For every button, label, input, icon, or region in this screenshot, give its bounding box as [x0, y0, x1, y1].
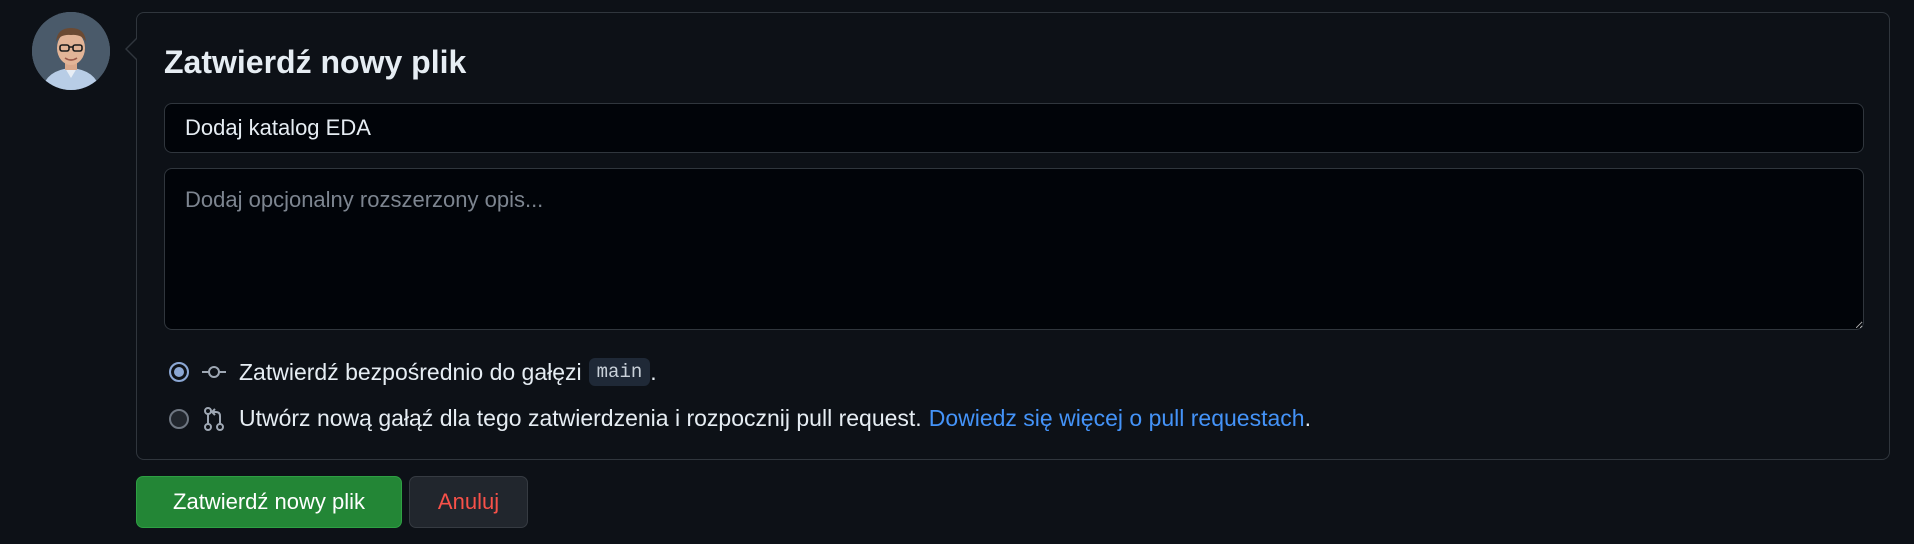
commit-description-textarea[interactable] — [164, 168, 1864, 330]
user-avatar-image — [32, 12, 110, 90]
new-branch-option[interactable]: Utwórz nową gałąź dla tego zatwierdzenia… — [169, 405, 1311, 432]
git-pull-request-icon — [201, 406, 227, 432]
commit-direct-option[interactable]: Zatwierdź bezpośrednio do gałęzi main . — [169, 358, 657, 386]
panel-caret-fill — [127, 38, 138, 60]
commit-form-panel: Zatwierdź nowy plik Zatwierdź bezpośredn… — [125, 12, 1890, 460]
git-commit-icon — [201, 359, 227, 385]
commit-direct-radio[interactable] — [169, 362, 189, 382]
commit-direct-suffix: . — [650, 358, 657, 385]
new-branch-radio[interactable] — [169, 408, 189, 429]
new-branch-suffix: . — [1304, 405, 1311, 431]
learn-more-pull-requests-link[interactable]: Dowiedz się więcej o pull requestach — [929, 405, 1305, 432]
branch-name-badge: main — [588, 358, 651, 386]
commit-form-title: Zatwierdź nowy plik — [164, 44, 467, 80]
commit-direct-label: Zatwierdź bezpośrednio do gałęzi — [239, 358, 582, 385]
commit-summary-input[interactable] — [164, 103, 1864, 153]
new-branch-label: Utwórz nową gałąź dla tego zatwierdzenia… — [239, 405, 922, 431]
cancel-button[interactable]: Anuluj — [409, 476, 528, 528]
avatar[interactable] — [32, 12, 110, 90]
commit-new-file-button[interactable]: Zatwierdź nowy plik — [136, 476, 402, 528]
